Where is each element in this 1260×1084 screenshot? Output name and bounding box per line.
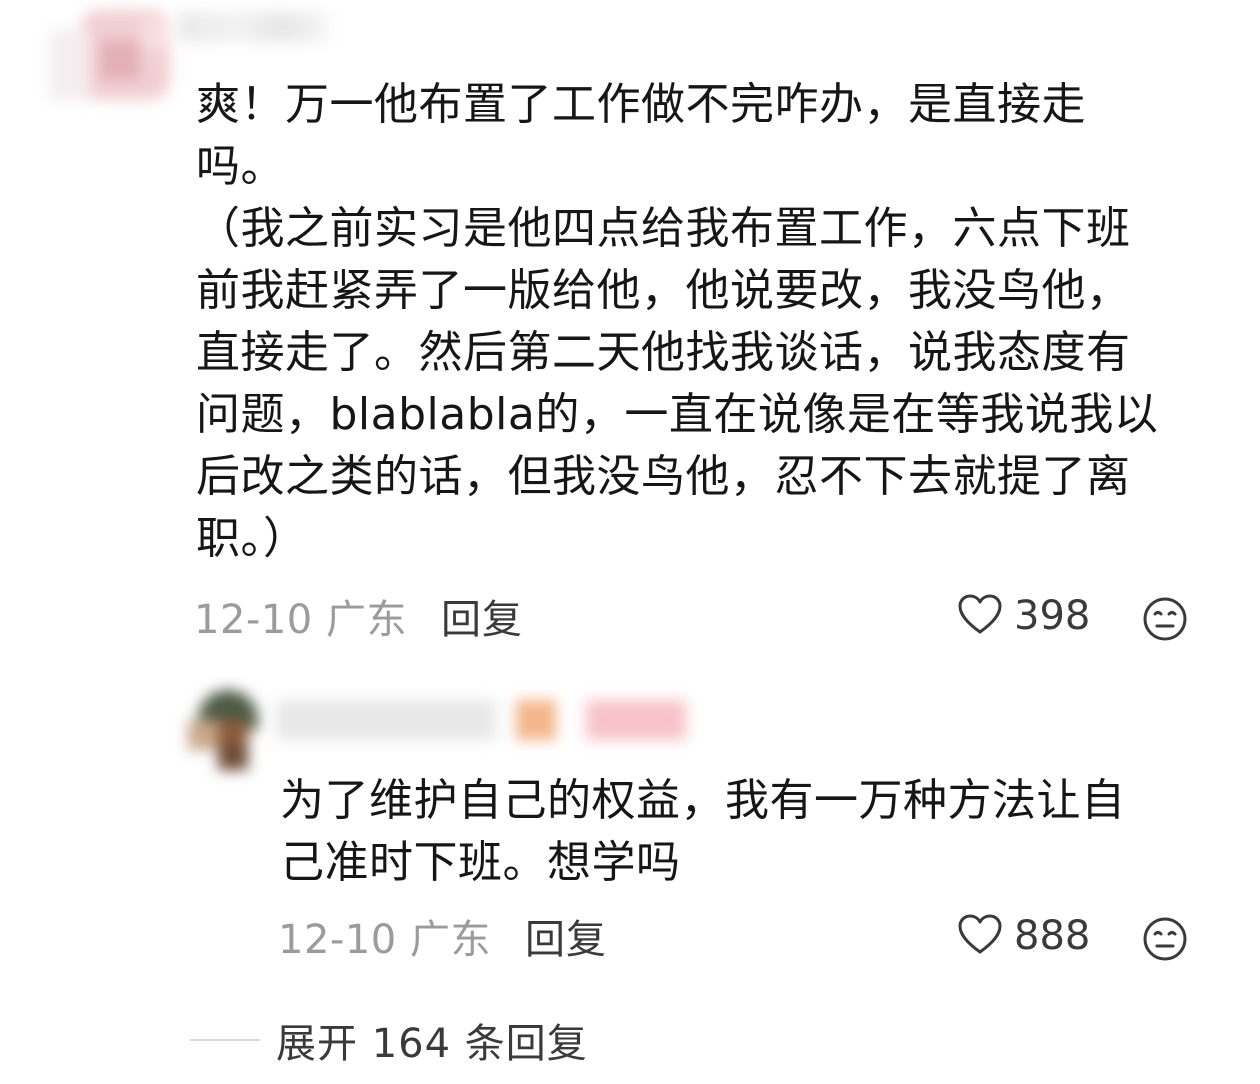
reply-avatar[interactable] [178,690,268,780]
reply-date-location: 12-10 广东 [278,917,491,963]
reply-reply-button[interactable]: 回复 [525,907,607,965]
reply-like-count: 888 [1014,913,1091,959]
heart-outline-icon[interactable] [956,912,1004,960]
expand-replies-label: 展开 164 条回复 [276,1021,588,1067]
reply-text: 为了维护自己的权益，我有一万种方法让自 己准时下班。想学吗 [280,775,1126,888]
like-count: 398 [1014,593,1091,639]
comment-text: 爽！万一他布置了工作做不完咋办，是直接走 吗。 （我之前实习是他四点给我布置工作… [196,79,1159,564]
reply-meta: 12-10 广东 回复 [278,906,607,966]
expand-replies-button[interactable]: 展开 164 条回复 [190,1010,588,1070]
neutral-face-icon[interactable] [1142,916,1188,966]
heart-outline-icon[interactable] [956,592,1004,640]
username[interactable] [178,12,328,42]
reply-username[interactable] [276,690,706,750]
avatar[interactable] [40,0,190,140]
comment-date-location: 12-10 广东 [194,597,407,643]
reply-like-button[interactable]: 888 [956,906,1090,966]
comment-meta: 12-10 广东 回复 [194,586,523,646]
like-button[interactable]: 398 [956,586,1090,646]
expand-divider [190,1039,260,1041]
reply-button[interactable]: 回复 [441,587,523,645]
neutral-face-icon[interactable] [1142,596,1188,646]
